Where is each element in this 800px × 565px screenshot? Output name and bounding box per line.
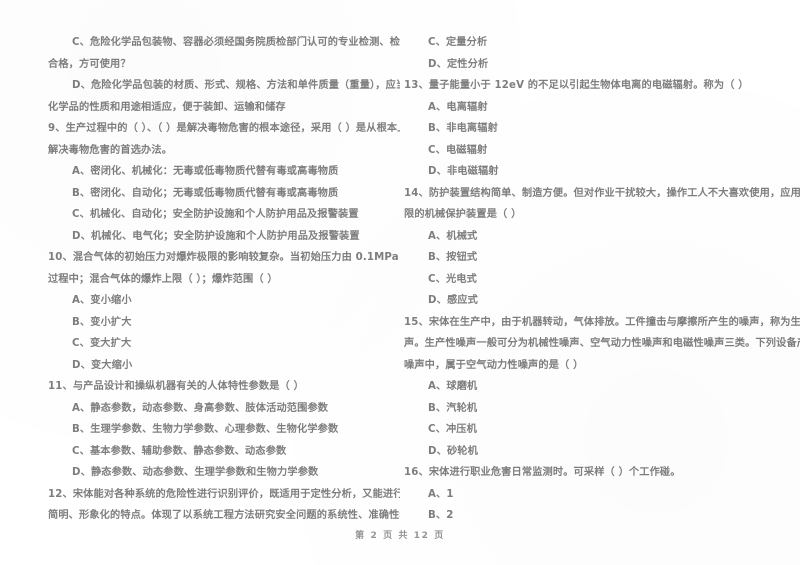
answer-option-line: C、变大扩大 [72,338,132,349]
question-stem-line: 11、与产品设计和操纵机器有关的人体特性参数是（ ） [48,381,304,392]
answer-option-line: C、定量分析 [428,37,488,48]
document-page: C、危险化学品包装物、容器必须经国务院质检部门认可的专业检测、检验机构检测、检验… [0,0,800,565]
question-stem-line: 9、生产过程中的（ ）、（ ）是解决毒物危害的根本途径，采用（ ）是从根本上 [48,123,400,134]
answer-option-line: A、密闭化、机械化：无毒或低毒物质代替有毒或高毒物质 [72,166,339,177]
answer-option-line: C、光电式 [428,273,477,285]
question-stem-line: 13、量子能量小于 12eV 的不足以引起生物体电离的电磁辐射。称为（ ） [404,80,749,91]
answer-option-line: D、静态参数、动态参数、生理学参数和生物力学参数 [72,467,319,478]
page-footer: 第 2 页 共 12 页 [355,531,445,541]
answer-option-line: B、2 [428,510,454,520]
answer-option-line: B、按钮式 [428,252,478,263]
answer-option-line: D、感应式 [428,295,478,306]
question-continuation-line: 解决毒物危害的首选办法。 [48,144,173,156]
answer-option-line: D、变大缩小 [72,359,133,371]
answer-option-line: C、机械化、自动化；安全防护设施和个人防护用品及报警装置 [72,209,359,220]
two-column-body: C、危险化学品包装物、容器必须经国务院质检部门认可的专业检测、检验机构检测、检验… [0,0,800,520]
question-continuation-line: 简明、形象化的特点。体现了以系统工程方法研究安全问题的系统性、准确性和预测性的分… [48,510,400,520]
question-continuation-line: 噪声中，属于空气动力性噪声的是（ ） [404,359,584,371]
answer-option-line: B、汽轮机 [428,402,478,414]
answer-option-line: A、静态参数，动态参数、身高参数、肢体活动范围参数 [72,402,329,414]
question-stem-line: 16、宋体进行职业危害日常监测时。可采样（ ）个工作碰。 [404,467,681,478]
answer-option-line: B、非电离辐射 [428,123,498,134]
question-stem-line: 12、宋体能对各种系统的危险性进行识别评价，既适用于定性分析，又能进行定量分析。… [48,488,400,500]
question-continuation-line: 过程中；混合气体的爆炸上限（ ）；爆炸范围（ ） [48,273,278,285]
question-stem-line: 14、防护装置结构简单、制造方便。但对作业干扰较大，操作工人不大喜欢使用，应用比… [404,187,800,199]
answer-option-line: D、定性分析 [428,58,489,70]
answer-option-line: D、非电磁辐射 [428,166,499,177]
answer-option-line: A、电离辐射 [428,101,488,113]
answer-option-line: C、危险化学品包装物、容器必须经国务院质检部门认可的专业检测、检验机构检测、检验 [72,37,400,48]
answer-option-line: C、冲压机 [428,424,477,435]
question-continuation-line: 化学品的性质和用途相适应，便于装卸、运输和储存 [48,101,286,113]
answer-option-line: B、生理学参数、生物力学参数、心理参数、生物化学参数 [72,424,339,435]
left-column: C、危险化学品包装物、容器必须经国务院质检部门认可的专业检测、检验机构检测、检验… [0,0,400,520]
answer-option-line: A、球磨机 [428,381,478,392]
right-column: C、定量分析 D、定性分析 13、量子能量小于 12eV 的不足以引起生物体电离的电… [400,0,800,520]
question-continuation-line: 限的机械保护装置是（ ） [404,209,522,220]
answer-option-line: A、1 [428,488,454,500]
answer-option-line: C、电磁辐射 [428,144,488,156]
answer-option-line: B、密闭化、自动化；无毒或低毒物质代替有毒或高毒物质 [72,187,339,199]
question-stem-line: 10、混合气体的初始压力对爆炸极限的影响较复杂。当初始压力由 0.1MPa 上升… [48,252,400,263]
answer-option-line: A、机械式 [428,230,478,242]
answer-option-line: D、机械化、电气化；安全防护设施和个人防护用品及报警装置 [72,230,360,242]
answer-option-line: C、基本参数、辅助参数、静态参数、动态参数 [72,445,287,457]
answer-option-line: A、变小缩小 [72,295,132,306]
answer-option-line: D、砂轮机 [428,445,478,457]
question-continuation-line: 合格，方可使用？ [48,58,131,70]
question-continuation-line: 声。生产性噪声一般可分为机械性噪声、空气动力性噪声和电磁性噪声三类。下列设备产生… [404,338,800,349]
question-stem-line: 15、宋体在生产中，由于机器转动，气体排放。工件撞击与摩擦所产生的噪声，称为生产… [404,316,800,328]
answer-option-line: B、变小扩大 [72,316,132,328]
answer-option-line: D、危险化学品包装的材质、形式、规格、方法和单件质量（重量），应当与所包装的危险 [72,80,400,91]
